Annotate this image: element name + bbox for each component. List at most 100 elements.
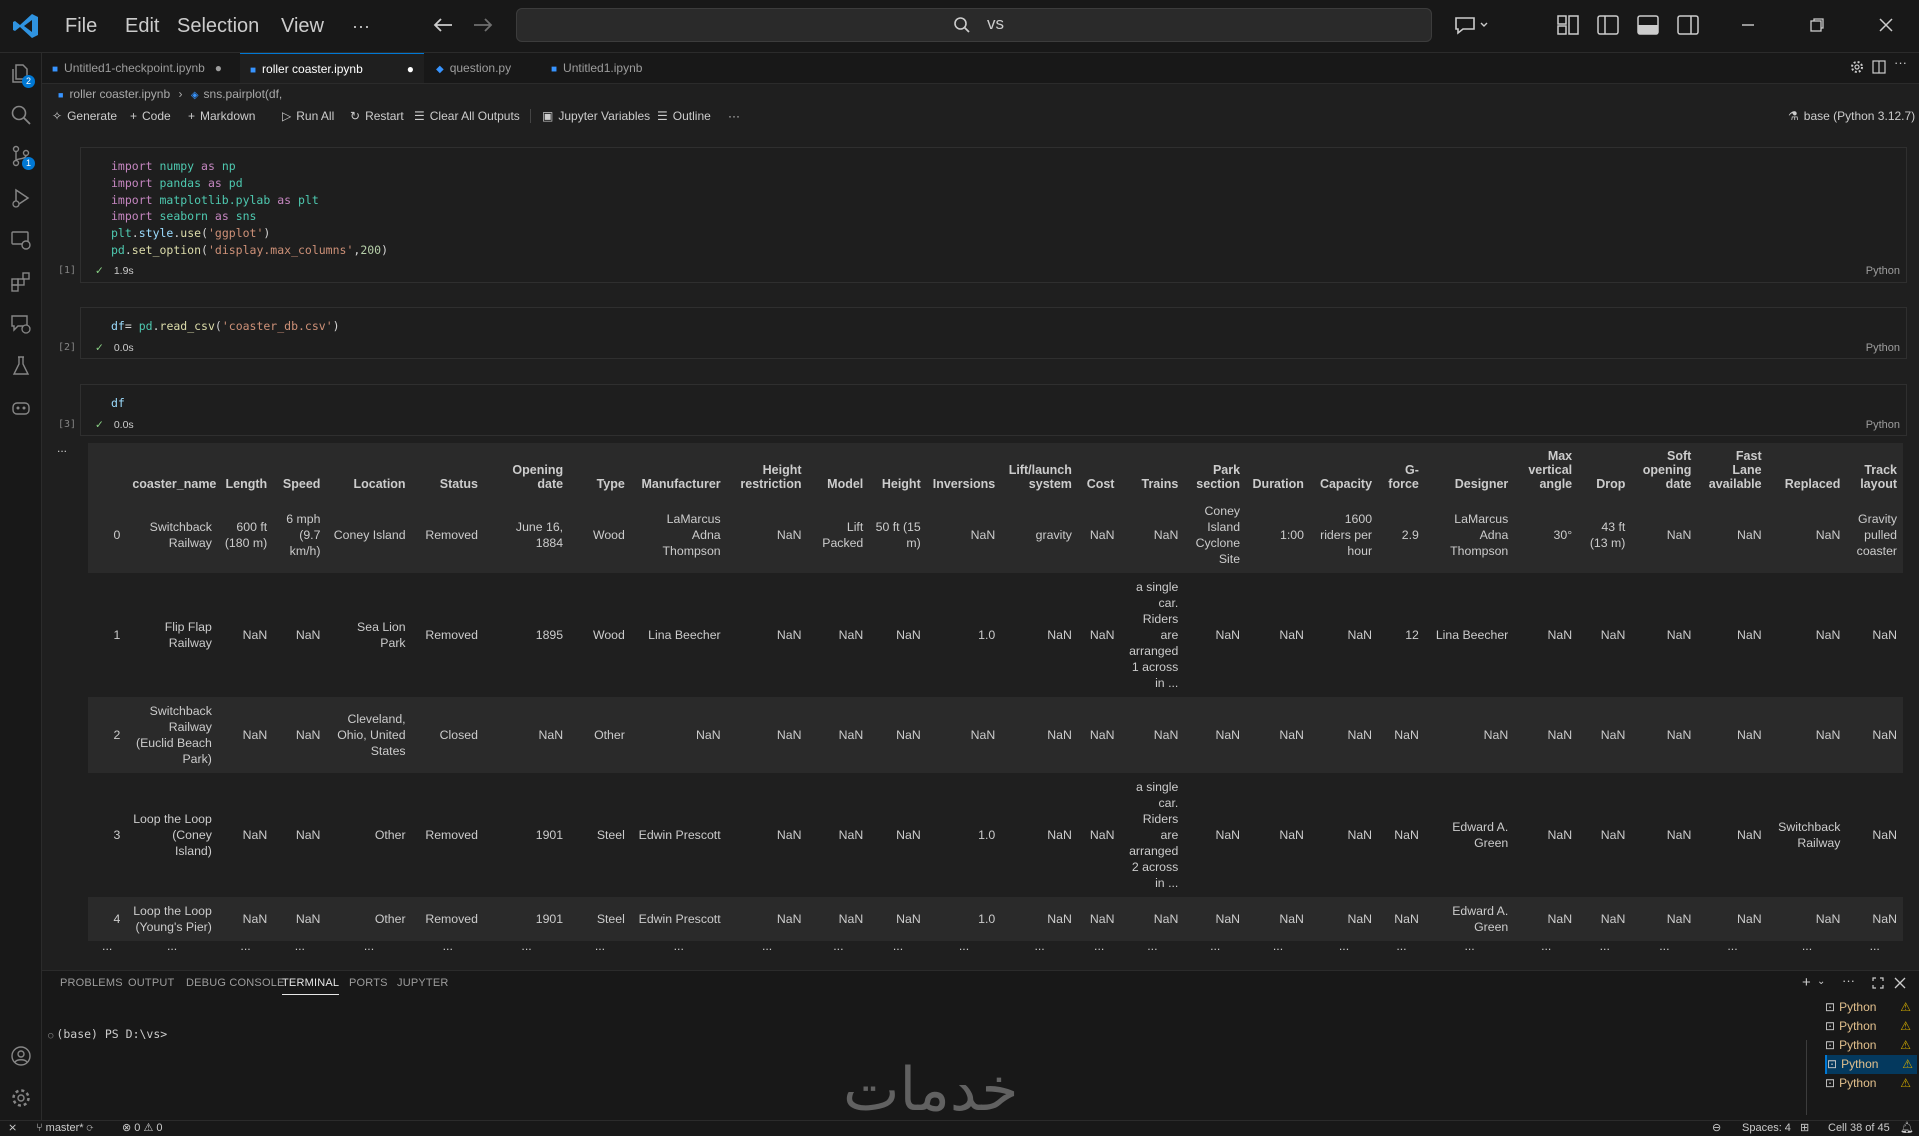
code-editor[interactable]: df= pd.read_csv('coaster_db.csv') <box>111 318 340 335</box>
testing-icon[interactable] <box>6 351 36 381</box>
explorer-icon[interactable]: 2 <box>6 59 36 89</box>
terminal-prompt[interactable]: ○ (base) PS D:\vs> <box>48 1027 167 1041</box>
terminal-list-divider <box>1806 1040 1807 1115</box>
table-cell: Edwin Prescott <box>638 828 721 842</box>
maximize-panel-icon[interactable] <box>1872 977 1884 992</box>
ellipsis-cell: ... <box>1034 939 1045 953</box>
table-cell: Coney Island <box>333 528 406 542</box>
notifications-bell-icon[interactable]: 🔔︎ <box>1900 1121 1914 1136</box>
terminal-instance[interactable]: ⊡ Python ⚠ <box>1825 1074 1915 1093</box>
notebook-cell-3[interactable]: df ✓ 0.0s Python <box>80 384 1907 436</box>
forward-arrow-icon[interactable] <box>470 12 496 38</box>
terminal-instance[interactable]: ⊡ Python ⚠ <box>1825 998 1915 1017</box>
menu-edit[interactable]: Edit <box>125 0 159 52</box>
column-header: Status <box>439 477 478 491</box>
warning-icon: ⚠ <box>143 1122 157 1134</box>
menu-selection[interactable]: Selection <box>177 0 259 52</box>
tab-roller-coaster[interactable]: ■ roller coaster.ipynb ● <box>240 53 424 83</box>
breadcrumb-symbol[interactable]: sns.pairplot(df, <box>204 87 283 101</box>
back-arrow-icon[interactable] <box>430 12 456 38</box>
column-header: Speed <box>282 477 321 491</box>
kernel-picker[interactable]: ⚗ base (Python 3.12.7) <box>1788 104 1915 128</box>
table-cell: NaN <box>1666 628 1692 642</box>
indentation-indicator[interactable]: Spaces: 4 <box>1742 1121 1791 1136</box>
cell-language[interactable]: Python <box>1866 265 1900 277</box>
remote-indicator-icon[interactable]: ⨯ <box>8 1121 17 1136</box>
branch-indicator[interactable]: ⑂ master* ⟳ <box>36 1121 93 1136</box>
source-control-icon[interactable]: 1 <box>6 141 36 171</box>
toggle-panel-icon[interactable] <box>1635 12 1661 38</box>
new-terminal-plus-icon[interactable]: + <box>1802 974 1811 991</box>
outline-button[interactable]: ☰ Outline <box>657 104 711 128</box>
run-all-button[interactable]: ▷ Run All <box>282 104 334 128</box>
panel-more-icon[interactable]: ··· <box>1842 973 1855 988</box>
table-cell: Removed <box>425 828 478 842</box>
toggle-secondary-sidebar-icon[interactable] <box>1675 12 1701 38</box>
table-cell: NaN <box>242 828 268 842</box>
more-actions-icon[interactable]: ··· <box>1894 55 1907 70</box>
problems-indicator[interactable]: ⊗ 0 ⚠ 0 <box>122 1121 163 1136</box>
tab-output[interactable]: OUTPUT <box>128 971 174 995</box>
search-icon[interactable] <box>6 100 36 130</box>
table-cell: NaN <box>1047 628 1072 642</box>
menu-view[interactable]: View <box>281 0 324 52</box>
close-panel-icon[interactable] <box>1894 977 1906 992</box>
table-cell: NaN <box>1279 728 1304 742</box>
clear-all-outputs-button[interactable]: ☰ Clear All Outputs <box>414 104 520 128</box>
output-more-button[interactable]: ... <box>57 441 67 455</box>
minimize-icon[interactable] <box>1735 12 1761 38</box>
add-markdown-cell-button[interactable]: + Markdown <box>188 104 255 128</box>
terminal-instance-active[interactable]: ⊡ Python ⚠ <box>1825 1055 1917 1074</box>
tab-jupyter[interactable]: JUPYTER <box>397 971 449 995</box>
copilot-icon[interactable] <box>6 393 36 423</box>
cell-language[interactable]: Python <box>1866 342 1900 354</box>
zoom-icon[interactable]: ⊖ <box>1712 1121 1721 1136</box>
toggle-primary-sidebar-icon[interactable] <box>1595 12 1621 38</box>
extensions-icon[interactable] <box>6 267 36 297</box>
chat-icon[interactable] <box>6 309 36 339</box>
terminal-dropdown-chevron-icon[interactable]: ⌄ <box>1817 976 1825 987</box>
table-cell: NaN <box>1600 912 1626 926</box>
error-count: 0 <box>134 1122 141 1134</box>
tab-untitled1-checkpoint[interactable]: ■ Untitled1-checkpoint.ipynb ● <box>42 53 232 83</box>
notebook-cell-2[interactable]: df= pd.read_csv('coaster_db.csv') ✓ 0.0s … <box>80 307 1907 359</box>
command-center-search[interactable]: vs <box>516 8 1432 42</box>
notebook-cell-1[interactable]: import numpy as np import pandas as pd i… <box>80 147 1907 283</box>
manage-gear-icon[interactable] <box>6 1083 36 1113</box>
tab-question-py[interactable]: ◆ question.py <box>426 53 538 83</box>
column-header: Lift/launch system <box>1008 463 1072 491</box>
terminal-instance[interactable]: ⊡ Python ⚠ <box>1825 1017 1915 1036</box>
jupyter-variables-button[interactable]: ▣ Jupyter Variables <box>542 104 650 128</box>
table-cell: NaN <box>1394 728 1419 742</box>
close-icon[interactable] <box>1873 12 1899 38</box>
menu-file[interactable]: File <box>65 0 97 52</box>
tab-ports[interactable]: PORTS <box>349 971 388 995</box>
tab-untitled1[interactable]: ■ Untitled1.ipynb <box>541 53 659 83</box>
account-icon[interactable] <box>6 1041 36 1071</box>
code-editor[interactable]: import numpy as np import pandas as pd i… <box>111 158 388 259</box>
terminal-instance[interactable]: ⊡ Python ⚠ <box>1825 1036 1915 1055</box>
copilot-chat-icon[interactable] <box>1452 12 1492 38</box>
tab-debug-console[interactable]: DEBUG CONSOLE <box>186 971 285 995</box>
run-debug-icon[interactable] <box>6 183 36 213</box>
tab-terminal[interactable]: TERMINAL <box>282 971 340 995</box>
restart-kernel-button[interactable]: ↻ Restart <box>350 104 404 128</box>
settings-gear-icon[interactable] <box>1850 60 1864 77</box>
generate-button[interactable]: ✧ Generate <box>52 104 117 128</box>
cell-position-indicator[interactable]: Cell 38 of 45 <box>1828 1121 1890 1136</box>
add-code-cell-button[interactable]: + Code <box>130 104 171 128</box>
menu-more[interactable]: ··· <box>352 0 370 52</box>
table-cell: 6 mph (9.7 km/h) <box>286 512 321 558</box>
customize-layout-icon[interactable] <box>1555 12 1581 38</box>
remote-explorer-icon[interactable] <box>6 225 36 255</box>
table-cell: 1901 <box>535 828 564 842</box>
table-cell: NaN <box>242 628 268 642</box>
toolbar-more-button[interactable]: ··· <box>728 104 740 128</box>
breadcrumb-file[interactable]: roller coaster.ipynb <box>69 87 170 101</box>
tab-problems[interactable]: PROBLEMS <box>60 971 123 995</box>
ellipsis-cell: ... <box>1659 939 1670 953</box>
code-editor[interactable]: df <box>111 395 125 412</box>
split-editor-icon[interactable] <box>1872 60 1886 77</box>
restore-icon[interactable] <box>1804 12 1830 38</box>
cell-language[interactable]: Python <box>1866 419 1900 431</box>
